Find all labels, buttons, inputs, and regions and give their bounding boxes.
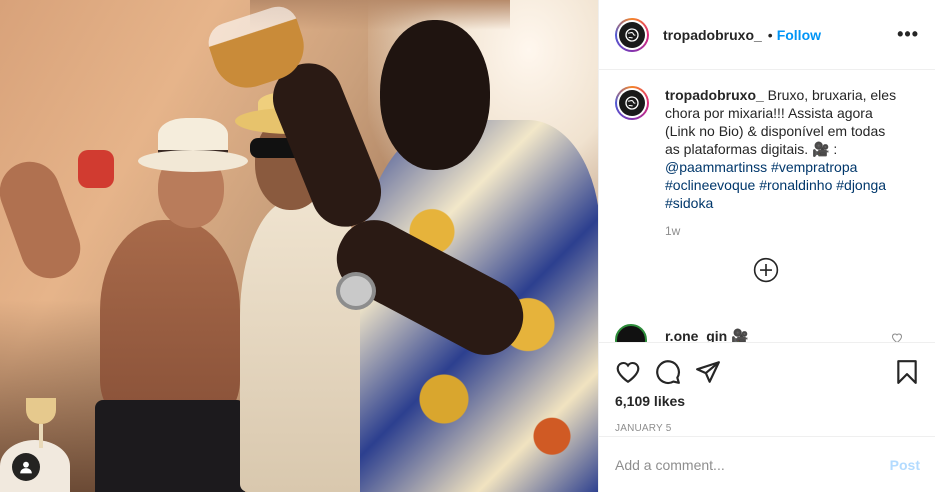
photo-person-1-pants (95, 400, 245, 492)
post-actions-section: 6,109 likes JANUARY 5 (599, 342, 935, 434)
heart-icon (616, 361, 640, 384)
photo-person-3-head (380, 20, 490, 170)
user-icon (20, 461, 32, 474)
tagged-users-button[interactable] (12, 453, 40, 481)
commenter-username[interactable]: r.one_gin 🎥 (665, 328, 749, 343)
hashtag-link[interactable]: #vempratropa (771, 159, 857, 175)
post-header: tropadobruxo_ • Follow ••• (599, 0, 935, 70)
commenter-avatar[interactable] (615, 324, 647, 342)
like-button[interactable] (615, 359, 641, 385)
comment-like-icon[interactable] (891, 332, 903, 342)
caption-avatar[interactable] (615, 86, 649, 120)
post-date[interactable]: JANUARY 5 (599, 409, 935, 434)
photo-person-1-body (100, 220, 240, 420)
paper-plane-icon (696, 361, 720, 383)
separator-dot: • (767, 26, 773, 43)
hashtag-link[interactable]: #djonga (836, 177, 886, 193)
post-panel: tropadobruxo_ • Follow ••• tropadobruxo_… (598, 0, 935, 492)
caption: tropadobruxo_ Bruxo, bruxaria, eles chor… (615, 86, 919, 212)
globe-logo-icon (625, 27, 639, 42)
header-avatar[interactable] (615, 17, 649, 52)
photo-person-1-hat-brim (138, 150, 248, 172)
comments-area[interactable]: tropadobruxo_ Bruxo, bruxaria, eles chor… (599, 70, 935, 342)
caption-timestamp: 1w (665, 224, 681, 238)
photo-wine-stem (39, 424, 43, 448)
action-bar (599, 343, 935, 391)
photo-person-1-arm (0, 153, 89, 287)
bookmark-icon (897, 360, 917, 384)
header-username[interactable]: tropadobruxo_ (663, 27, 762, 43)
caption-text: tropadobruxo_ Bruxo, bruxaria, eles chor… (665, 86, 900, 212)
follow-button[interactable]: Follow (777, 27, 821, 43)
photo-watch (336, 272, 376, 310)
more-options-icon[interactable]: ••• (897, 24, 919, 45)
comment-item: r.one_gin 🎥 (615, 324, 749, 342)
post-comment-button[interactable]: Post (890, 457, 920, 473)
caption-username[interactable]: tropadobruxo_ (665, 87, 764, 103)
save-button[interactable] (894, 359, 920, 385)
comment-icon (656, 360, 680, 385)
hashtag-link[interactable]: #oclineevoque (665, 177, 755, 193)
photo-person-1-glove (78, 150, 114, 188)
globe-logo-icon (625, 96, 639, 110)
comment-input[interactable] (615, 456, 890, 473)
likes-count[interactable]: 6,109 likes (599, 391, 935, 409)
photo-wine-glass (26, 398, 56, 424)
hashtag-link[interactable]: #ronaldinho (759, 177, 832, 193)
add-comment-form: Post (599, 436, 935, 492)
post-photo[interactable] (0, 0, 598, 492)
plus-circle-icon[interactable] (753, 257, 779, 283)
share-button[interactable] (695, 359, 721, 385)
caption-mention[interactable]: @paammartinss (665, 159, 767, 175)
comment-button[interactable] (655, 359, 681, 385)
hashtag-link[interactable]: #sidoka (665, 195, 713, 211)
